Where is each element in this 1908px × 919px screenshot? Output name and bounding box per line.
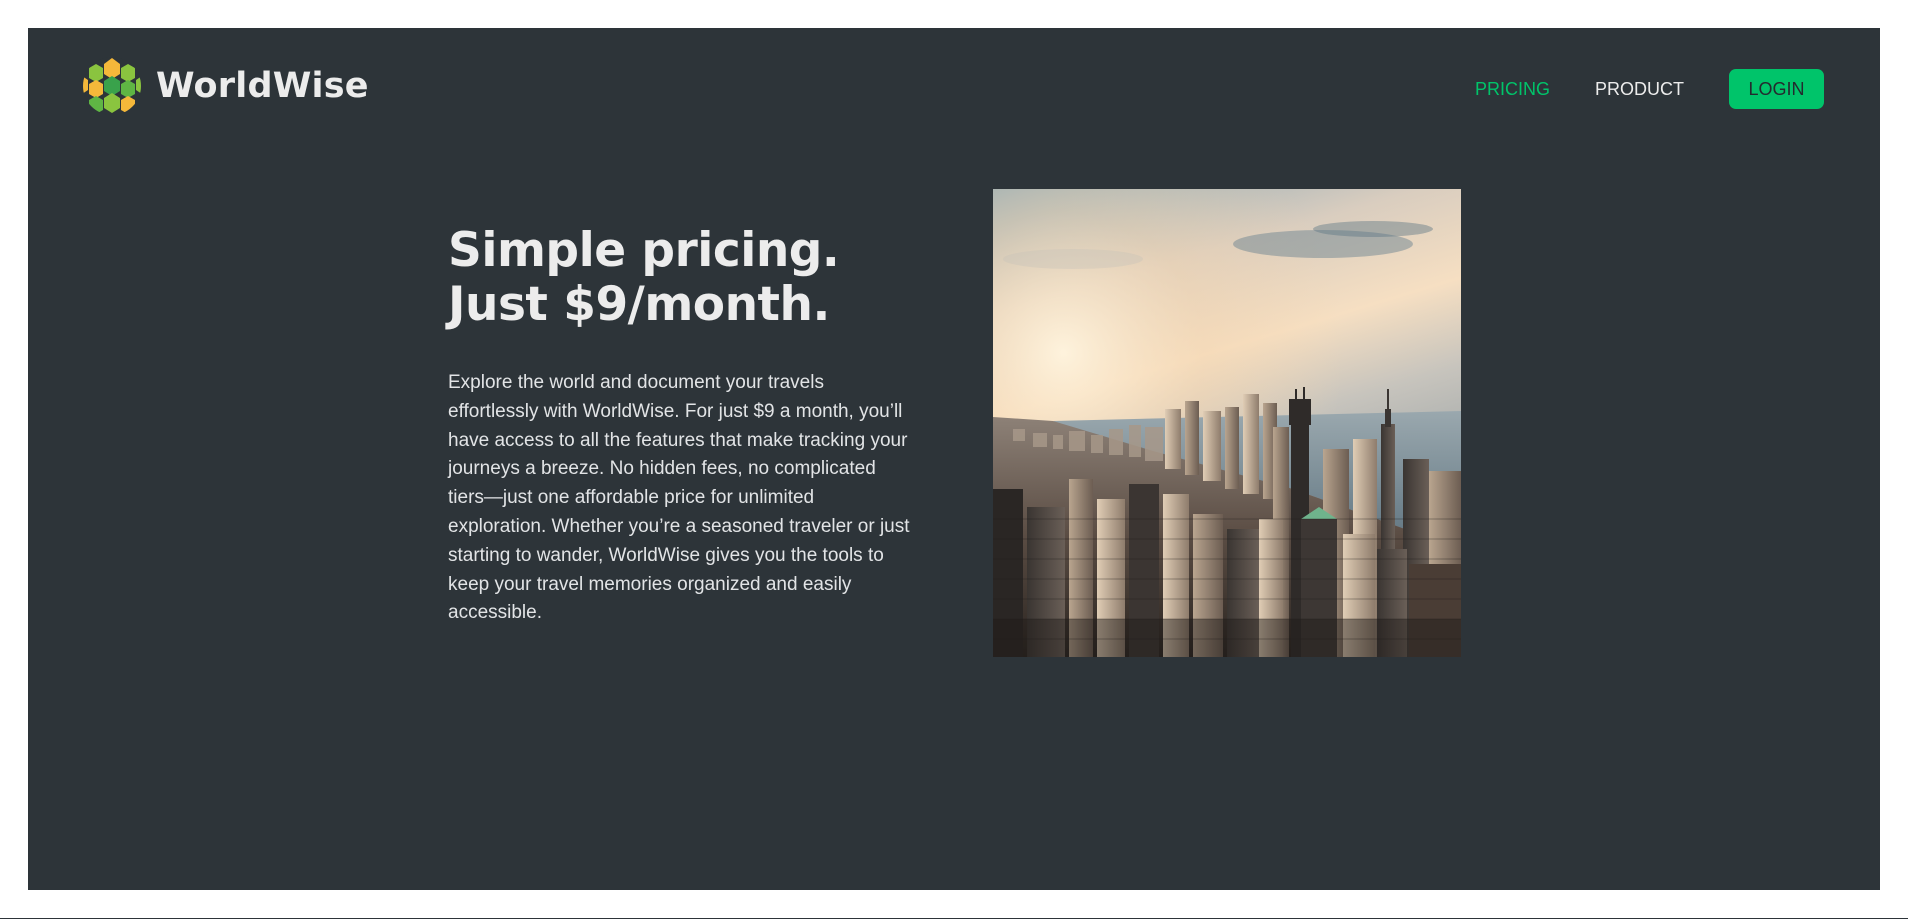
headline-line-2: Just $9/month. [448, 277, 830, 332]
globe-logo-icon [82, 56, 142, 116]
nav-links: PRICING PRODUCT LOGIN [1430, 69, 1824, 109]
city-skyline-image [993, 189, 1461, 657]
headline-line-1: Simple pricing. [448, 223, 840, 278]
pricing-description: Explore the world and document your trav… [448, 372, 910, 624]
login-button[interactable]: LOGIN [1729, 69, 1824, 109]
top-navigation: WorldWise PRICING PRODUCT LOGIN [28, 28, 1880, 148]
brand-name: WorldWise [156, 66, 369, 106]
nav-link-pricing[interactable]: PRICING [1475, 79, 1550, 100]
page-frame: WorldWise PRICING PRODUCT LOGIN Simple p… [28, 28, 1880, 890]
page-title: Simple pricing. Just $9/month. [448, 224, 918, 332]
logo[interactable]: WorldWise [82, 54, 369, 118]
nav-link-product[interactable]: PRODUCT [1595, 79, 1684, 100]
pricing-section: Simple pricing. Just $9/month. Explore t… [448, 224, 918, 628]
